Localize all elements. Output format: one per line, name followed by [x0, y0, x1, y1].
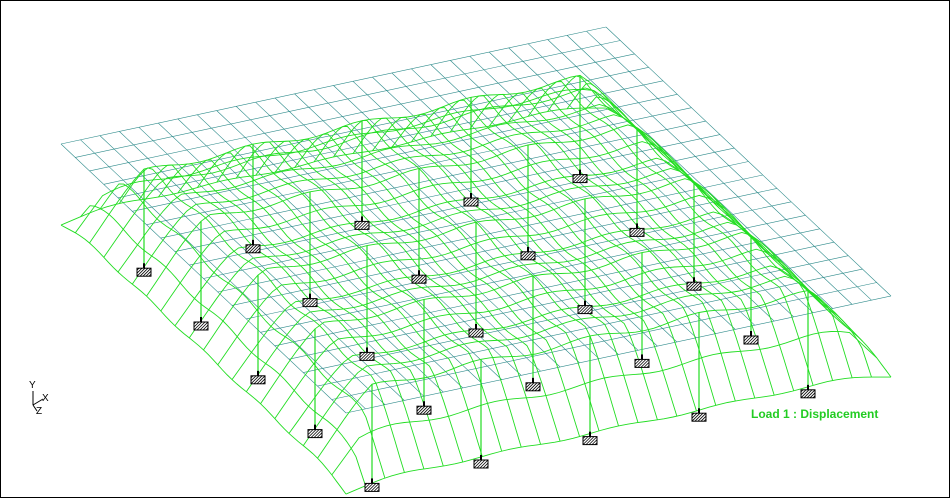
fixed-support-icon	[307, 424, 323, 439]
deformed-grid-line	[430, 99, 717, 406]
deformed-grid-line	[103, 87, 650, 258]
fixed-support-icon	[364, 478, 380, 492]
deformed-grid-line	[196, 152, 483, 457]
fixed-support-icon	[686, 277, 702, 291]
fixed-support-icon	[577, 300, 593, 315]
deformed-grid-line	[391, 113, 678, 417]
fixed-support-icon	[629, 223, 645, 237]
undeformed-grid-line	[331, 282, 877, 400]
fixed-support-icon	[416, 401, 432, 415]
fixed-support-icon	[743, 331, 759, 345]
axis-triad: Y X Z	[23, 381, 53, 422]
fixed-support-icon	[250, 370, 266, 385]
fixed-support-icon	[582, 431, 598, 446]
fixed-support-icon	[354, 216, 370, 230]
deformed-grid-line	[99, 183, 386, 479]
deformed-grid-line	[469, 93, 756, 399]
undeformed-mesh	[60, 26, 892, 414]
fixed-support-icon	[468, 324, 484, 338]
deformed-grid-line	[331, 331, 878, 476]
fixed-support-icon	[193, 317, 209, 331]
fixed-support-icon	[525, 377, 541, 392]
deformed-grid-line	[527, 81, 814, 386]
fixed-support-icon	[473, 455, 489, 469]
fixed-support-icon	[572, 169, 588, 184]
deformed-grid-line	[274, 138, 561, 442]
structure-viewport[interactable]: Y X Z Load 1 : Displacement	[0, 0, 950, 498]
axis-y-label: Y	[29, 380, 36, 391]
fixed-support-icon	[800, 384, 816, 399]
deformed-grid-line	[411, 107, 697, 412]
load-case-caption: Load 1 : Displacement	[751, 407, 879, 421]
deformed-grid-line	[488, 92, 775, 396]
axis-z-label: Z	[36, 406, 43, 417]
deformed-grid-line	[60, 107, 606, 226]
axis-x-label: X	[42, 393, 49, 404]
fixed-support-icon	[411, 270, 427, 284]
model-scene	[60, 26, 892, 495]
fixed-support-icon	[136, 263, 152, 277]
fixed-support-icon	[691, 408, 707, 422]
fixed-support-icon	[463, 193, 479, 207]
fixed-support-icon	[520, 246, 536, 261]
